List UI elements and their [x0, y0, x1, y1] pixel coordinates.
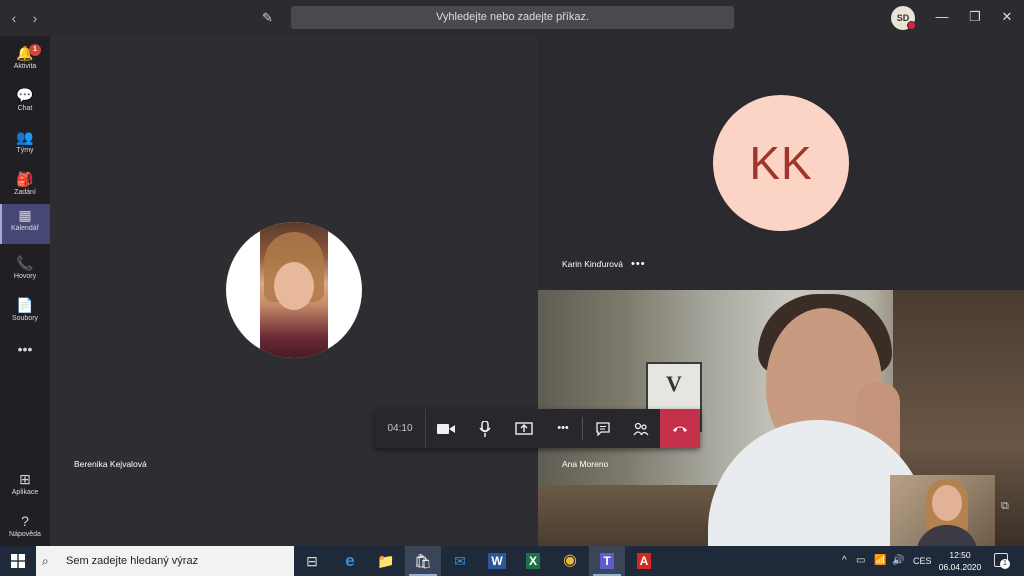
rail-item-help[interactable]: ? Nápověda [0, 510, 50, 550]
rail-label: Týmy [16, 147, 34, 154]
acrobat-icon[interactable]: A [626, 546, 662, 576]
rail-item-chat[interactable]: 💬 Chat [0, 84, 50, 124]
minimize-icon[interactable]: — [933, 8, 951, 26]
taskbar-clock[interactable]: 12:50 06.04.2020 [930, 549, 990, 573]
hang-up-button[interactable] [660, 409, 700, 448]
volume-icon[interactable]: 🔊 [892, 546, 904, 576]
chrome-icon[interactable]: ◉ [552, 546, 588, 576]
rail-label: Zadání [14, 189, 36, 196]
word-icon[interactable]: W [479, 546, 515, 576]
switch-camera-icon[interactable]: ⧉ [1001, 500, 1017, 516]
rail-label: Nápověda [9, 531, 41, 538]
bell-icon: 🔔 [16, 45, 34, 61]
tray-chevron-icon[interactable]: ^ [842, 546, 847, 576]
clock-date: 06.04.2020 [938, 562, 982, 572]
restore-icon[interactable]: ❐ [966, 8, 984, 26]
wifi-icon[interactable]: 📶 [874, 546, 886, 576]
excel-letter: X [525, 553, 540, 569]
participant-more-icon[interactable]: ••• [631, 258, 646, 270]
acrobat-letter: A [636, 553, 652, 569]
calendar-icon: ▦ [18, 207, 32, 223]
backpack-icon: 🎒 [16, 171, 34, 187]
app-rail: 🔔 Aktivita 💬 Chat 👥 Týmy 🎒 Zadání ▦ Kale… [0, 36, 50, 546]
phone-icon: 📞 [16, 255, 34, 271]
rail-label: Chat [17, 105, 33, 112]
rail-item-assignments[interactable]: 🎒 Zadání [0, 168, 50, 208]
profile-photo [260, 222, 328, 358]
video-toggle-icon[interactable] [427, 409, 465, 448]
chat-icon[interactable] [584, 409, 622, 448]
rail-label: Aktivita [13, 63, 37, 70]
battery-icon[interactable]: ▭ [856, 546, 865, 576]
rail-label: Soubory [11, 315, 39, 322]
chat-icon: 💬 [16, 87, 34, 103]
participants-icon[interactable] [622, 409, 660, 448]
rail-item-apps[interactable]: ⊞ Aplikace [0, 468, 50, 508]
rail-item-teams[interactable]: 👥 Týmy [0, 126, 50, 166]
self-face [932, 485, 962, 521]
apps-icon: ⊞ [19, 471, 31, 487]
participant-photo-avatar [226, 222, 362, 358]
file-icon: 📄 [16, 297, 34, 313]
rail-item-more[interactable]: ••• [0, 338, 50, 378]
rail-label: Aplikace [11, 489, 39, 496]
self-video-preview[interactable] [890, 475, 995, 546]
participant-initials-avatar: KK [713, 95, 849, 231]
divider [582, 417, 583, 440]
windows-start-icon[interactable] [0, 546, 36, 576]
title-bar: ‹ › ✎ Vyhledejte nebo zadejte příkaz. SD… [0, 0, 1024, 36]
language-indicator[interactable]: CES [913, 546, 932, 576]
notification-count: 1 [1000, 559, 1010, 569]
edge-icon[interactable]: e [332, 546, 368, 576]
word-letter: W [488, 553, 506, 569]
call-timer: 04:10 [375, 409, 426, 448]
rail-label: Kalendář [10, 225, 40, 232]
forward-arrow-icon[interactable]: › [27, 9, 43, 27]
rail-item-calls[interactable]: 📞 Hovory [0, 252, 50, 292]
rail-item-activity[interactable]: 🔔 Aktivita [0, 42, 50, 82]
help-icon: ? [21, 513, 29, 529]
participant-name: Berenika Kejvalová [74, 459, 147, 469]
participant-name: Ana Moreno [562, 459, 609, 469]
teams-letter: T [600, 553, 614, 569]
participant-name: Karin Kinďurová [562, 259, 623, 269]
rail-item-calendar[interactable]: ▦ Kalendář [0, 204, 50, 244]
close-icon[interactable]: ✕ [998, 8, 1016, 26]
photo-face [274, 262, 314, 310]
taskbar-search-input[interactable]: Sem zadejte hledaný výraz [36, 546, 294, 576]
rail-label: Hovory [13, 273, 37, 280]
windows-taskbar: Sem zadejte hledaný výraz ⌕ ⊟ e 📁 🛍 ✉ W … [0, 546, 1024, 576]
presence-busy-icon [907, 21, 916, 30]
compose-icon[interactable]: ✎ [262, 9, 278, 27]
task-view-icon[interactable]: ⊟ [294, 546, 330, 576]
file-explorer-icon[interactable]: 📁 [368, 546, 404, 576]
excel-icon[interactable]: X [515, 546, 551, 576]
command-search-input[interactable]: Vyhledejte nebo zadejte příkaz. [291, 6, 734, 29]
back-arrow-icon[interactable]: ‹ [6, 9, 22, 27]
more-icon: ••• [17, 341, 33, 357]
share-screen-icon[interactable] [505, 409, 543, 448]
microphone-icon[interactable] [466, 409, 504, 448]
teams-icon: 👥 [16, 129, 34, 145]
mail-icon[interactable]: ✉ [442, 546, 478, 576]
search-icon: ⌕ [42, 554, 49, 568]
call-control-bar: 04:10 ••• [375, 409, 700, 448]
chat-unread-badge: 1 [29, 44, 41, 56]
clock-time: 12:50 [949, 550, 971, 560]
more-actions-icon[interactable]: ••• [544, 409, 582, 448]
store-icon[interactable]: 🛍 [405, 546, 441, 576]
rail-item-files[interactable]: 📄 Soubory [0, 294, 50, 334]
teams-app-icon[interactable]: T [589, 546, 625, 576]
